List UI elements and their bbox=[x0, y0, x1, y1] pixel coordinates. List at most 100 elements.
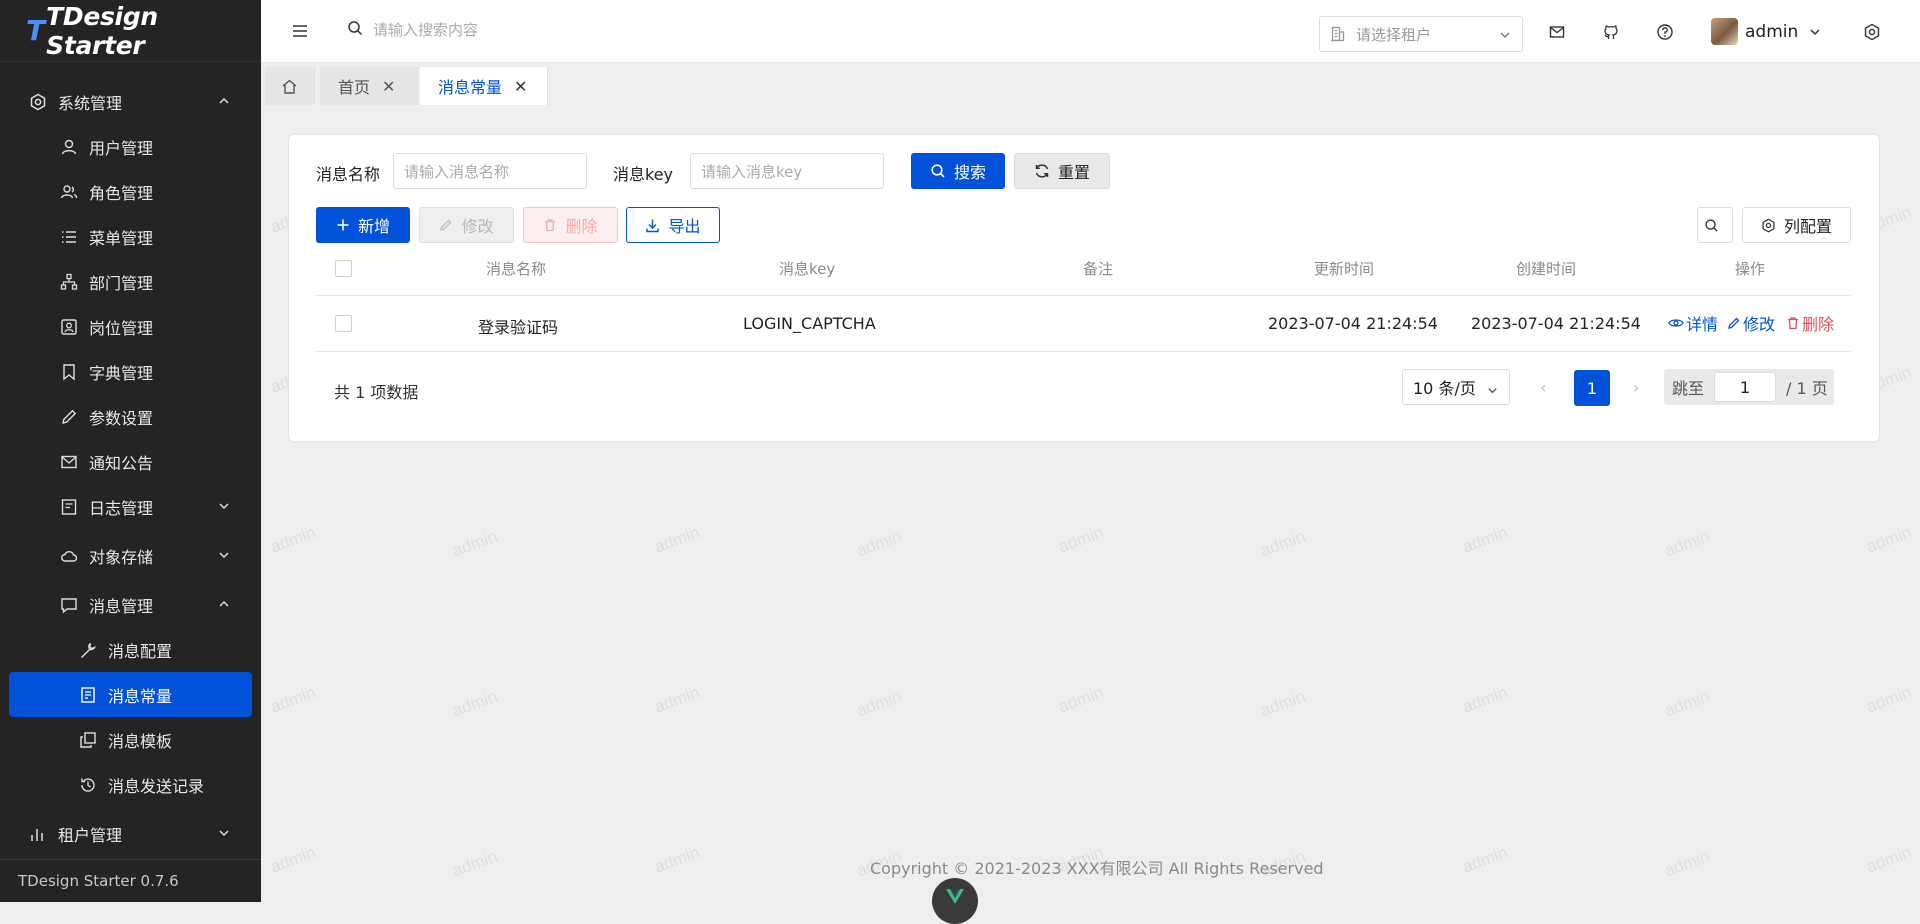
chevron-down-icon bbox=[217, 498, 231, 517]
message-key-input[interactable]: 请输入消息key bbox=[690, 153, 884, 189]
page-number-current[interactable]: 1 bbox=[1574, 370, 1610, 406]
watermark-text: admin bbox=[1459, 522, 1510, 557]
sidebar-item-menus[interactable]: 菜单管理 bbox=[0, 214, 261, 259]
close-icon[interactable]: ✕ bbox=[514, 77, 527, 96]
button-label: 导出 bbox=[668, 217, 701, 236]
menu-list-icon bbox=[59, 227, 79, 247]
sidebar-item-label: 角色管理 bbox=[89, 183, 154, 203]
search-button[interactable]: 搜索 bbox=[911, 153, 1005, 189]
column-header-key[interactable]: 消息key bbox=[779, 258, 835, 279]
detail-link[interactable]: 详情 bbox=[1668, 311, 1718, 335]
logo[interactable]: T TDesign Starter bbox=[0, 0, 261, 62]
sidebar-item-messages[interactable]: 消息管理 bbox=[0, 582, 261, 627]
global-search[interactable]: 请输入搜索内容 bbox=[347, 19, 478, 40]
sidebar-item-message-records[interactable]: 消息发送记录 bbox=[0, 762, 261, 807]
sidebar-item-users[interactable]: 用户管理 bbox=[0, 124, 261, 169]
menu-toggle-icon[interactable] bbox=[291, 22, 309, 44]
next-page-icon[interactable]: › bbox=[1633, 378, 1639, 397]
building-icon bbox=[1330, 26, 1346, 42]
page-size-select[interactable]: 10 条/页 bbox=[1402, 369, 1510, 405]
column-header-name[interactable]: 消息名称 bbox=[486, 258, 546, 279]
watermark-text: admin bbox=[1055, 682, 1106, 717]
table-search-button[interactable] bbox=[1697, 207, 1733, 243]
pencil-icon bbox=[59, 407, 79, 427]
delete-button[interactable]: 删除 bbox=[523, 207, 618, 243]
id-card-icon bbox=[59, 317, 79, 337]
select-all-checkbox[interactable] bbox=[335, 260, 352, 277]
tab-message-constants[interactable]: 消息常量 ✕ bbox=[420, 67, 548, 105]
github-icon[interactable] bbox=[1602, 23, 1620, 45]
column-header-created[interactable]: 创建时间 bbox=[1516, 258, 1576, 279]
edit-link[interactable]: 修改 bbox=[1727, 311, 1775, 335]
add-button[interactable]: 新增 bbox=[316, 207, 410, 243]
sidebar-item-tenants[interactable]: 租户管理 bbox=[0, 811, 261, 856]
vue-devtools-badge[interactable] bbox=[932, 878, 978, 924]
message-name-input[interactable]: 请输入消息名称 bbox=[393, 153, 587, 189]
sidebar-item-departments[interactable]: 部门管理 bbox=[0, 259, 261, 304]
table-divider bbox=[315, 295, 1851, 296]
sidebar-item-label: 租户管理 bbox=[58, 825, 123, 845]
cell-updated: 2023-07-04 21:24:54 bbox=[1268, 314, 1438, 333]
chat-icon bbox=[59, 595, 79, 615]
chevron-down-icon bbox=[1498, 28, 1512, 46]
prev-page-icon[interactable]: ‹ bbox=[1540, 378, 1546, 397]
sidebar-item-logs[interactable]: 日志管理 bbox=[0, 484, 261, 529]
jump-input[interactable]: 1 bbox=[1714, 372, 1777, 402]
sidebar-item-system[interactable]: 系统管理 bbox=[0, 79, 261, 124]
tab-label: 消息常量 bbox=[438, 78, 503, 97]
document-icon bbox=[78, 685, 98, 705]
column-header-remark[interactable]: 备注 bbox=[1083, 258, 1113, 279]
trash-icon bbox=[543, 218, 565, 232]
copy-icon bbox=[78, 730, 98, 750]
chart-bar-icon bbox=[28, 824, 48, 844]
sidebar-item-roles[interactable]: 角色管理 bbox=[0, 169, 261, 214]
sidebar-item-dict[interactable]: 字典管理 bbox=[0, 349, 261, 394]
sidebar-item-notices[interactable]: 通知公告 bbox=[0, 439, 261, 484]
close-icon[interactable]: ✕ bbox=[382, 77, 395, 96]
pencil-icon bbox=[1727, 316, 1743, 330]
sidebar-item-label: 岗位管理 bbox=[89, 318, 154, 338]
search-icon bbox=[1704, 218, 1727, 233]
watermark-text: admin bbox=[1055, 522, 1106, 557]
sidebar-item-message-config[interactable]: 消息配置 bbox=[0, 627, 261, 672]
history-icon bbox=[78, 775, 98, 795]
help-icon[interactable] bbox=[1656, 23, 1674, 45]
chevron-down-icon bbox=[1808, 25, 1822, 39]
top-header: 请输入搜索内容 请选择租户 admin bbox=[261, 0, 1920, 63]
sidebar-item-label: 参数设置 bbox=[89, 408, 154, 428]
sidebar-item-params[interactable]: 参数设置 bbox=[0, 394, 261, 439]
tab-home[interactable]: 首页 ✕ bbox=[320, 67, 418, 105]
avatar bbox=[1711, 18, 1738, 45]
watermark-text: admin bbox=[449, 846, 500, 881]
watermark-text: admin bbox=[1661, 846, 1712, 881]
sidebar-item-message-constants[interactable]: 消息常量 bbox=[9, 672, 252, 717]
sidebar-item-storage[interactable]: 对象存储 bbox=[0, 533, 261, 578]
system-hexagon-icon bbox=[28, 92, 48, 112]
sidebar-item-posts[interactable]: 岗位管理 bbox=[0, 304, 261, 349]
mail-icon[interactable] bbox=[1548, 23, 1566, 45]
trash-icon bbox=[1786, 316, 1802, 330]
search-input[interactable]: 请输入搜索内容 bbox=[373, 19, 478, 40]
wrench-icon bbox=[78, 640, 98, 660]
row-checkbox[interactable] bbox=[335, 315, 352, 332]
edit-button[interactable]: 修改 bbox=[419, 207, 514, 243]
watermark-text: admin bbox=[1257, 526, 1308, 561]
bookmark-icon bbox=[59, 362, 79, 382]
delete-link[interactable]: 删除 bbox=[1786, 311, 1834, 335]
tab-home-icon[interactable] bbox=[265, 67, 315, 105]
link-label: 删除 bbox=[1802, 315, 1835, 334]
cloud-icon bbox=[59, 546, 79, 566]
watermark-text: admin bbox=[1459, 682, 1510, 717]
tab-label: 首页 bbox=[338, 78, 371, 97]
column-header-updated[interactable]: 更新时间 bbox=[1314, 258, 1374, 279]
sidebar-item-message-templates[interactable]: 消息模板 bbox=[0, 717, 261, 762]
filter-name-label: 消息名称 bbox=[316, 165, 381, 184]
user-menu[interactable]: admin bbox=[1711, 18, 1822, 45]
user-icon bbox=[59, 137, 79, 157]
settings-icon[interactable] bbox=[1863, 23, 1881, 45]
export-button[interactable]: 导出 bbox=[626, 207, 720, 243]
tenant-select[interactable]: 请选择租户 bbox=[1319, 16, 1523, 52]
button-label: 搜索 bbox=[953, 163, 986, 182]
reset-button[interactable]: 重置 bbox=[1014, 153, 1110, 189]
column-config-button[interactable]: 列配置 bbox=[1742, 207, 1851, 243]
